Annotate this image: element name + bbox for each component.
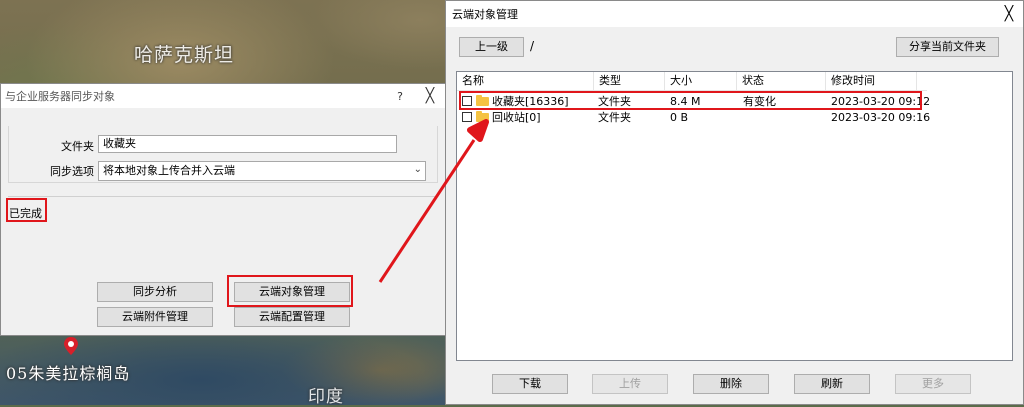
cloud-config-mgmt-button[interactable]: 云端配置管理 [234, 307, 350, 327]
cloud-object-mgmt-highlight-box [227, 275, 353, 307]
status-highlight-box [6, 198, 47, 222]
download-button[interactable]: 下载 [492, 374, 568, 394]
map-label-palm-jumeirah: 05朱美拉棕榈岛 [6, 364, 131, 383]
sync-dialog-titlebar[interactable]: 与企业服务器同步对象 ? ╳ [1, 84, 445, 108]
current-path: / [530, 39, 535, 53]
sync-option-label: 同步选项 [50, 165, 94, 178]
column-header-status[interactable]: 状态 [737, 72, 826, 90]
row-type: 文件夹 [598, 111, 631, 124]
divider [8, 196, 438, 197]
cloud-attachment-mgmt-button[interactable]: 云端附件管理 [97, 307, 213, 327]
map-label-india: 印度 [308, 387, 344, 407]
cloud-object-dialog: 云端对象管理 ╳ 上一级 / 分享当前文件夹 名称 类型 大小 状态 修改时间 … [445, 0, 1024, 405]
upload-button[interactable]: 上传 [592, 374, 668, 394]
sync-dialog: 与企业服务器同步对象 ? ╳ 文件夹 收藏夹 同步选项 将本地对象上传合并入云端… [0, 83, 446, 336]
folder-label: 文件夹 [61, 140, 94, 153]
folder-field[interactable]: 收藏夹 [98, 135, 397, 153]
refresh-button[interactable]: 刷新 [794, 374, 870, 394]
sync-analysis-button[interactable]: 同步分析 [97, 282, 213, 302]
close-icon[interactable]: ╳ [415, 88, 445, 104]
row-name: 回收站[0] [492, 111, 541, 124]
map-pin-icon[interactable] [64, 337, 78, 355]
row-checkbox[interactable] [462, 112, 472, 122]
more-button[interactable]: 更多 [895, 374, 971, 394]
table-row[interactable]: 回收站[0] 文件夹 0 B 2023-03-20 09:16 [457, 110, 931, 125]
share-folder-button[interactable]: 分享当前文件夹 [896, 37, 999, 57]
column-header-modified[interactable]: 修改时间 [826, 72, 917, 90]
map-label-kazakhstan: 哈萨克斯坦 [134, 44, 235, 66]
delete-button[interactable]: 删除 [693, 374, 769, 394]
list-header: 名称 类型 大小 状态 修改时间 [457, 72, 927, 91]
close-icon[interactable]: ╳ [995, 6, 1023, 22]
sync-option-value: 将本地对象上传合并入云端 [103, 164, 235, 177]
column-header-name[interactable]: 名称 [457, 72, 594, 90]
sync-option-select[interactable]: 将本地对象上传合并入云端 ⌄ [98, 161, 426, 181]
row-modified: 2023-03-20 09:16 [831, 111, 931, 124]
sync-dialog-title: 与企业服务器同步对象 [5, 90, 115, 103]
up-level-button[interactable]: 上一级 [459, 37, 524, 57]
favorites-row-highlight-box [459, 91, 922, 110]
column-header-type[interactable]: 类型 [594, 72, 665, 90]
cloud-dialog-titlebar[interactable]: 云端对象管理 ╳ [446, 1, 1023, 27]
column-header-size[interactable]: 大小 [665, 72, 737, 90]
object-list[interactable]: 名称 类型 大小 状态 修改时间 收藏夹[16336] 文件夹 8.4 M 有变… [456, 71, 1013, 361]
row-size: 0 B [670, 111, 689, 124]
help-icon[interactable]: ? [385, 90, 415, 103]
folder-icon [476, 111, 489, 122]
cloud-dialog-title: 云端对象管理 [452, 8, 518, 21]
chevron-down-icon[interactable]: ⌄ [414, 164, 422, 176]
